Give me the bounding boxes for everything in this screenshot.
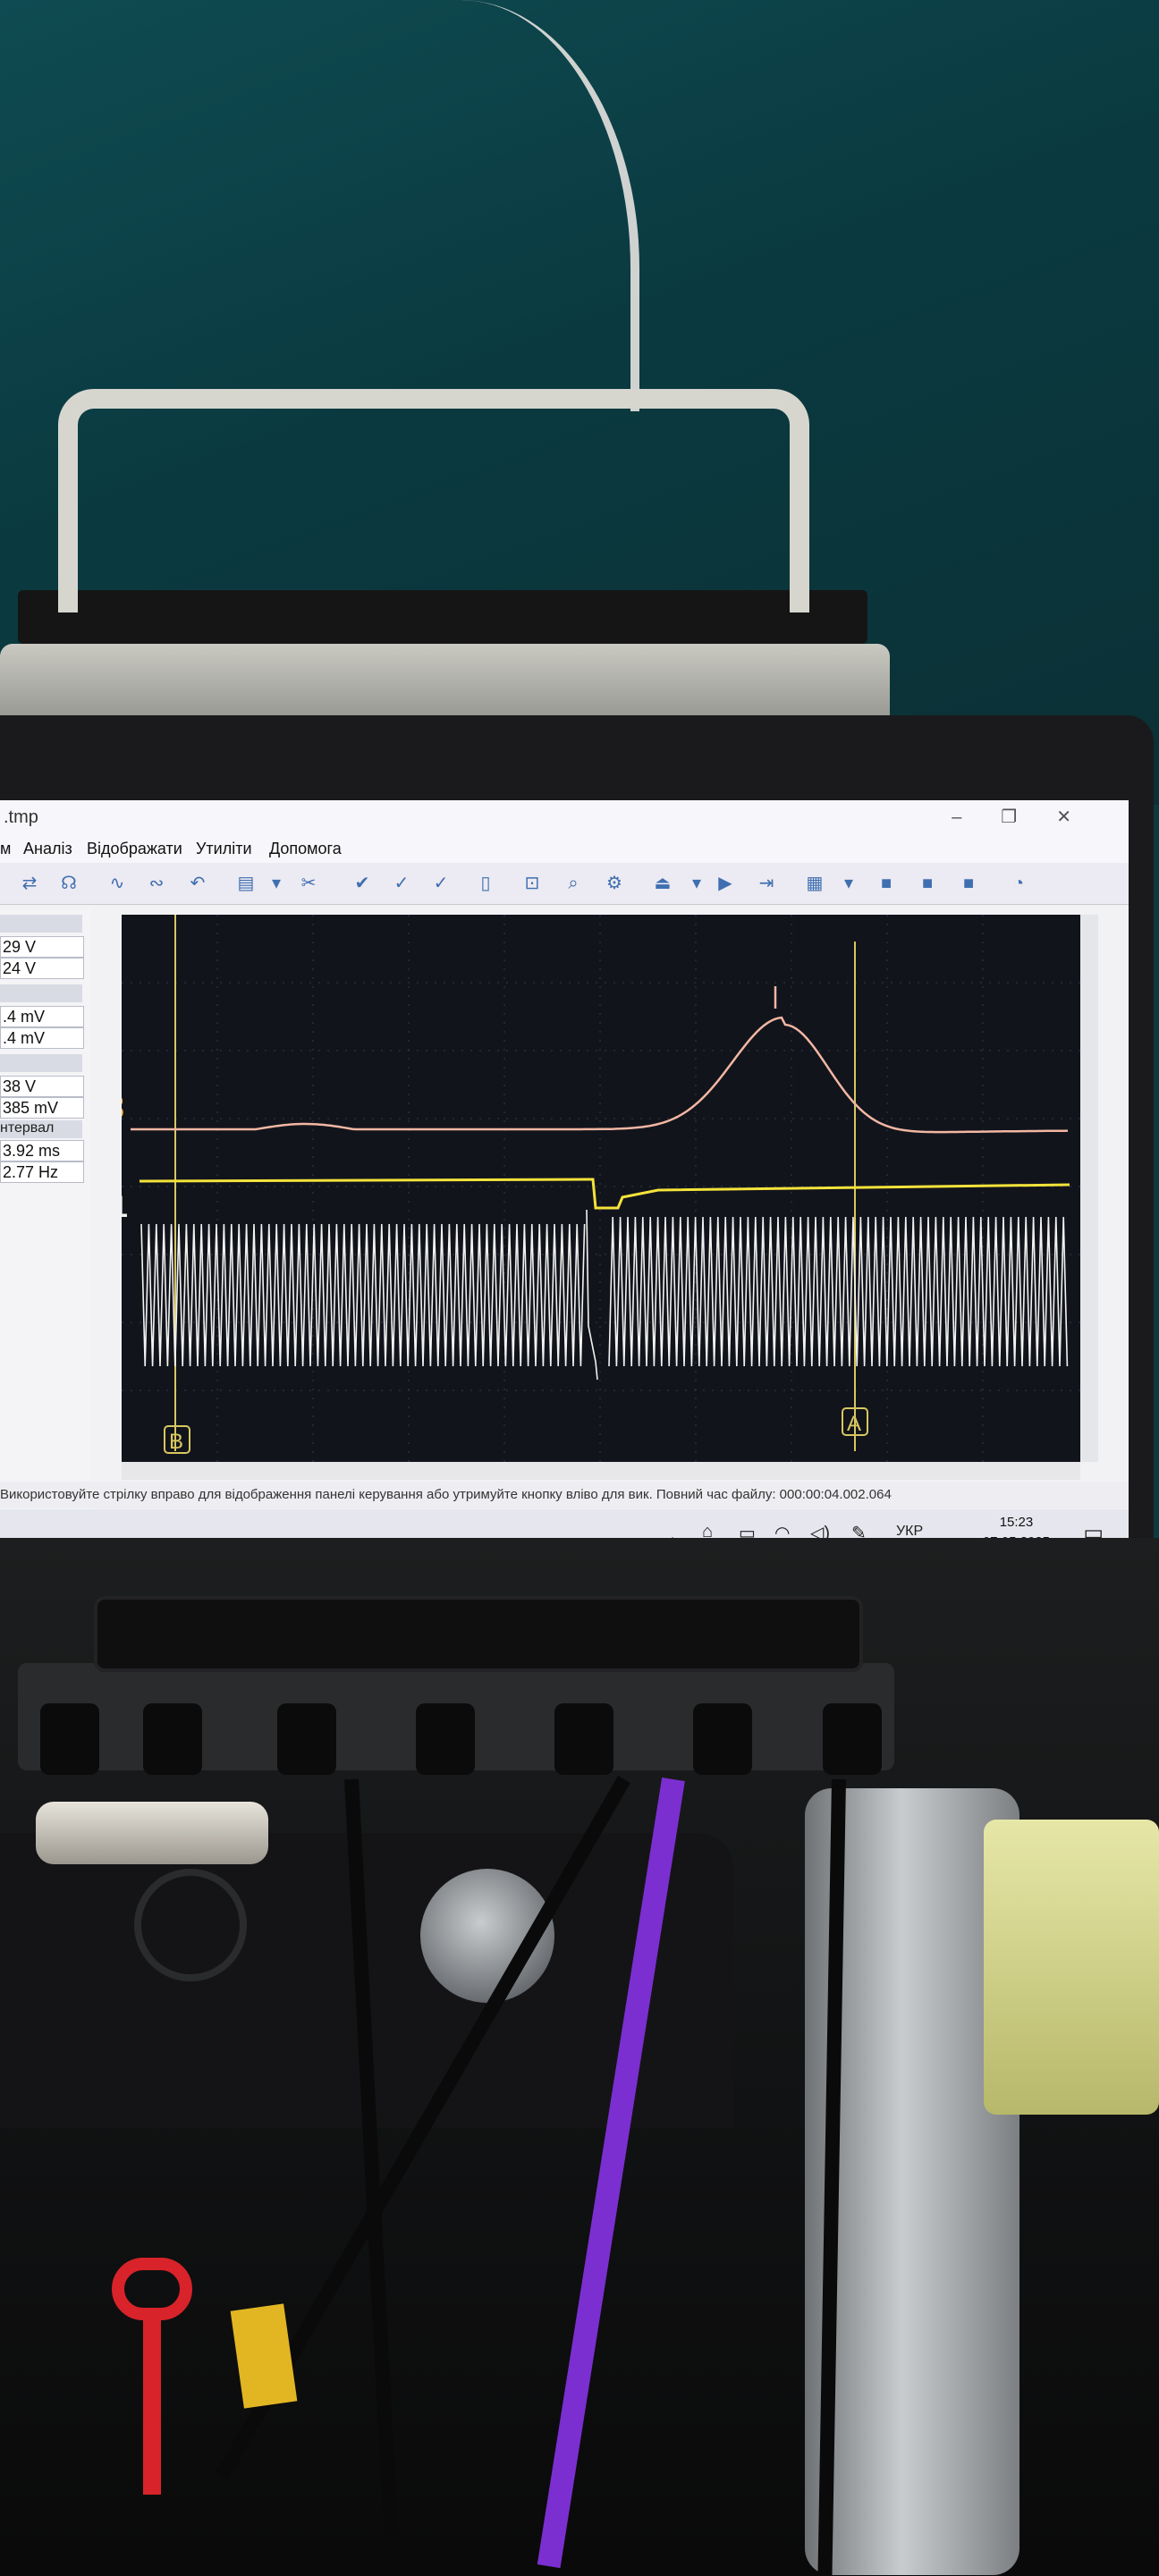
vertical-scrollbar[interactable] bbox=[1080, 915, 1098, 1462]
dipstick-handle bbox=[112, 2258, 192, 2320]
waveform-plot[interactable]: 3 1 B A bbox=[122, 915, 1080, 1462]
foam-pad bbox=[94, 1596, 863, 1672]
mount-slot bbox=[693, 1703, 752, 1775]
menu-analysis[interactable]: Аналіз bbox=[23, 840, 72, 858]
menu-bar: м Аналіз Відображати Утиліти Допомога bbox=[0, 836, 1129, 863]
channel-1-label[interactable]: 1 bbox=[122, 1190, 128, 1224]
display-icon[interactable]: ▤ bbox=[233, 870, 259, 897]
step-icon[interactable]: ⇥ bbox=[753, 870, 780, 897]
mount-slot bbox=[143, 1703, 202, 1775]
dropdown-icon[interactable]: ▾ bbox=[683, 870, 710, 897]
connector bbox=[36, 1802, 268, 1864]
dipstick bbox=[143, 2316, 161, 2495]
help-icon[interactable]: ◔ bbox=[1005, 870, 1032, 897]
math-icon[interactable]: ∾ bbox=[143, 870, 170, 897]
trace-channel-1 bbox=[140, 1209, 1069, 1381]
clock-time: 15:23 bbox=[999, 1515, 1034, 1530]
measurement-panel: 29 V 24 V .4 mV .4 mV 38 V 385 mV нтерва… bbox=[0, 909, 91, 1526]
mount-slot bbox=[823, 1703, 882, 1775]
channel-3-label[interactable]: 3 bbox=[122, 1089, 124, 1127]
measure-value: .4 mV bbox=[0, 1027, 84, 1049]
menu-view[interactable]: Відображати bbox=[87, 840, 182, 858]
window-controls[interactable]: –❐✕ bbox=[952, 806, 1111, 828]
cursor-icon[interactable]: ■ bbox=[914, 870, 941, 897]
measure-value: 3.92 ms bbox=[0, 1140, 84, 1161]
cursor-a-label[interactable]: A bbox=[847, 1412, 861, 1436]
horizontal-scrollbar[interactable] bbox=[122, 1462, 1080, 1480]
tablet-screen: .tmp –❐✕ м Аналіз Відображати Утиліти До… bbox=[0, 800, 1129, 1556]
menu-tools[interactable]: Утиліти bbox=[196, 840, 252, 858]
panel-header bbox=[0, 984, 82, 1002]
measure-value: 24 V bbox=[0, 958, 84, 979]
cursor-b-label[interactable]: B bbox=[169, 1430, 183, 1454]
record-icon[interactable]: ■ bbox=[873, 870, 900, 897]
measure-value: .4 mV bbox=[0, 1006, 84, 1027]
mount-slot bbox=[416, 1703, 475, 1775]
panel-header-interval: нтервал bbox=[0, 1120, 82, 1138]
dropdown-icon[interactable]: ▾ bbox=[263, 870, 290, 897]
measure-value: 385 mV bbox=[0, 1097, 84, 1119]
menu-help[interactable]: Допомога bbox=[269, 840, 342, 858]
undo-icon[interactable]: ↶ bbox=[184, 870, 211, 897]
check-alt-icon[interactable]: ✓ bbox=[388, 870, 415, 897]
status-text: Використовуйте стрілку вправо для відобр… bbox=[0, 1487, 892, 1502]
ruler-icon[interactable]: ✂ bbox=[295, 870, 322, 897]
settings-icon[interactable]: ⚙ bbox=[601, 870, 628, 897]
mount-slot bbox=[40, 1703, 99, 1775]
mount-slot bbox=[554, 1703, 613, 1775]
zoom-fit-icon[interactable]: ⊡ bbox=[519, 870, 546, 897]
trace-channel-red bbox=[131, 986, 1069, 1134]
measure-value: 29 V bbox=[0, 936, 84, 958]
trigger-icon[interactable]: ⏏ bbox=[649, 870, 676, 897]
coolant-reservoir bbox=[984, 1820, 1159, 2115]
play-icon[interactable]: ▶ bbox=[712, 870, 739, 897]
capture-icon[interactable]: ▦ bbox=[801, 870, 828, 897]
trace-channel-3 bbox=[139, 1178, 1070, 1210]
waveform-icon[interactable]: ∿ bbox=[104, 870, 131, 897]
channel-icon[interactable]: ⇄ bbox=[16, 870, 43, 897]
status-bar: Використовуйте стрілку вправо для відобр… bbox=[0, 1482, 1129, 1508]
vw-logo bbox=[134, 1869, 247, 1981]
window-titlebar: .tmp –❐✕ bbox=[0, 800, 1129, 836]
measure-value: 2.77 Hz bbox=[0, 1161, 84, 1183]
mount-slot bbox=[277, 1703, 336, 1775]
oscilloscope-view[interactable]: 3 1 B A bbox=[122, 915, 1080, 1462]
panel-header bbox=[0, 1054, 82, 1072]
toolbar: ⇄ ☊ ∿ ∾ ↶ ▤ ▾ ✂ ✔ ✓ ✓ ▯ ⊡ ⌕ ⚙ ⏏ ▾ ▶ ⇥ ▦ … bbox=[0, 863, 1129, 905]
panel-header bbox=[0, 915, 82, 933]
hanger-handle bbox=[58, 389, 809, 612]
measure-value: 38 V bbox=[0, 1076, 84, 1097]
zoom-icon[interactable]: ⌕ bbox=[560, 870, 587, 897]
grid bbox=[122, 915, 1080, 1462]
probe-icon[interactable]: ☊ bbox=[55, 870, 82, 897]
check-icon[interactable]: ✔ bbox=[349, 870, 376, 897]
window-title: .tmp bbox=[4, 807, 38, 827]
dropdown-icon[interactable]: ▾ bbox=[835, 870, 862, 897]
grid-icon[interactable]: ■ bbox=[955, 870, 982, 897]
menu-file[interactable]: м bbox=[0, 840, 11, 858]
checkmark-icon[interactable]: ✓ bbox=[427, 870, 454, 897]
page-icon[interactable]: ▯ bbox=[472, 870, 499, 897]
